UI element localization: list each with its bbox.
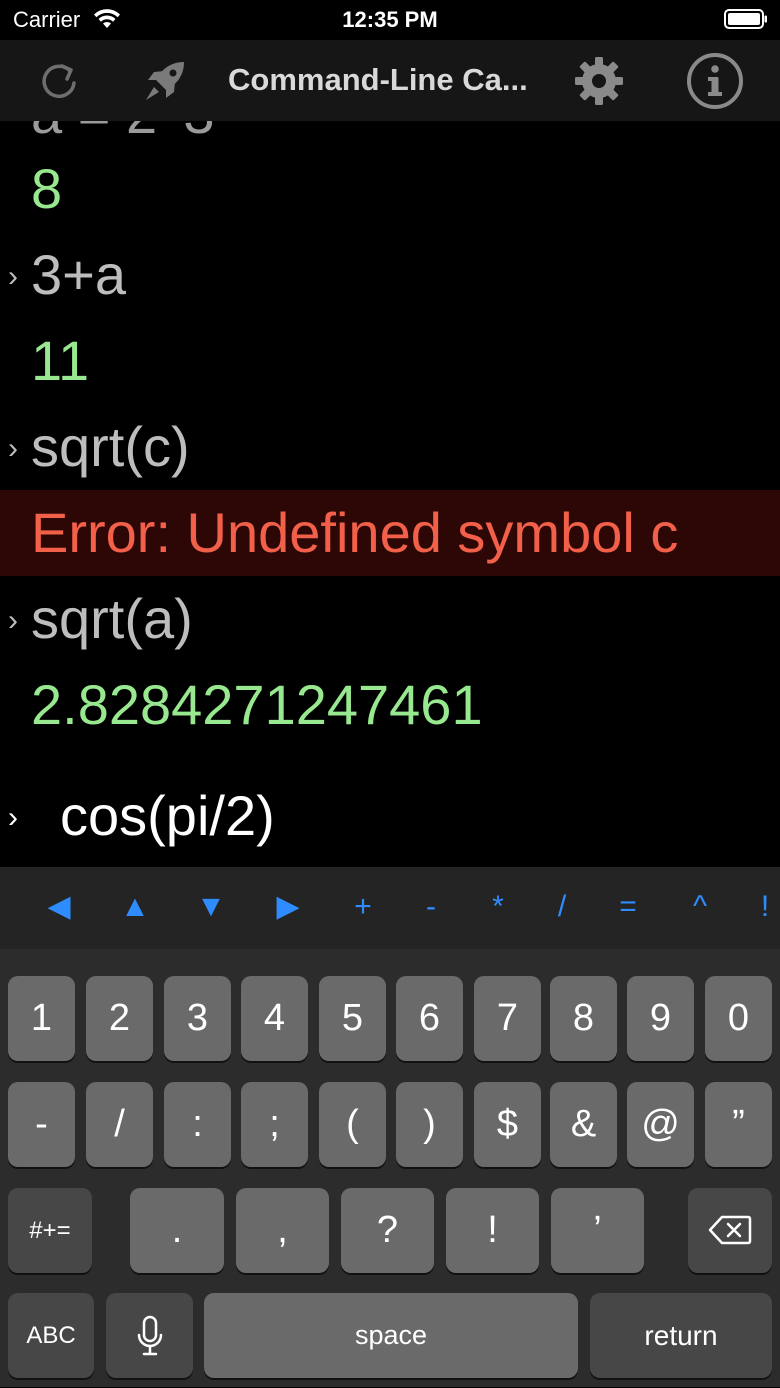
key-more-symbols[interactable]: #+= [8, 1188, 92, 1273]
delete-key[interactable] [688, 1188, 772, 1273]
key-ampersand[interactable]: & [550, 1082, 617, 1167]
command-input-text[interactable]: cos(pi/2) [60, 783, 275, 849]
minus-key[interactable]: - [406, 889, 456, 925]
console-command[interactable]: › sqrt(a) [0, 576, 780, 662]
console-result: 11 [0, 318, 780, 404]
key-comma[interactable]: , [236, 1188, 329, 1273]
dictation-key[interactable] [106, 1293, 193, 1378]
status-bar: Carrier 12:35 PM [0, 0, 780, 40]
key-exclamation[interactable]: ! [446, 1188, 539, 1273]
rocket-icon[interactable] [140, 56, 190, 106]
return-key[interactable]: return [590, 1293, 772, 1378]
key-abc[interactable]: ABC [8, 1293, 94, 1378]
key-at[interactable]: @ [627, 1082, 694, 1167]
key-open-paren[interactable]: ( [319, 1082, 386, 1167]
plus-key[interactable]: + [338, 889, 388, 925]
key-period[interactable]: . [130, 1188, 224, 1273]
result-text: 2.8284271247461 [31, 673, 483, 736]
prompt-chevron: › [8, 604, 18, 637]
console-result: 2.8284271247461 [0, 662, 780, 748]
result-text: 8 [31, 157, 63, 220]
prompt-chevron: › [8, 432, 18, 465]
key-8[interactable]: 8 [550, 976, 617, 1061]
console-output[interactable]: a = 2^3 8 › 3+a 11 › sqrt(c) Error: Unde… [0, 121, 780, 867]
battery-icon [724, 9, 767, 29]
prompt-chevron: › [8, 260, 18, 293]
factorial-key[interactable]: ! [740, 889, 780, 925]
key-semicolon[interactable]: ; [241, 1082, 308, 1167]
info-icon[interactable] [686, 52, 744, 110]
key-slash[interactable]: / [86, 1082, 153, 1167]
refresh-icon[interactable] [34, 56, 84, 106]
command-text: sqrt(a) [31, 587, 193, 650]
key-0[interactable]: 0 [705, 976, 772, 1061]
key-colon[interactable]: : [164, 1082, 231, 1167]
key-7[interactable]: 7 [474, 976, 541, 1061]
console-result: 8 [0, 146, 780, 232]
key-apostrophe[interactable]: ’ [551, 1188, 644, 1273]
divide-key[interactable]: / [537, 889, 587, 925]
command-text: sqrt(c) [31, 415, 190, 478]
toolbar: Command-Line Ca... [0, 40, 780, 121]
key-hyphen[interactable]: - [8, 1082, 75, 1167]
key-dollar[interactable]: $ [474, 1082, 541, 1167]
key-4[interactable]: 4 [241, 976, 308, 1061]
equals-key[interactable]: = [603, 889, 653, 925]
gear-icon[interactable] [574, 56, 624, 106]
delete-icon [708, 1215, 752, 1245]
keyboard: 1 2 3 4 5 6 7 8 9 0 - / : ; ( ) $ & @ ” … [0, 949, 780, 1387]
console-command[interactable]: › 3+a [0, 232, 780, 318]
clock: 12:35 PM [342, 7, 438, 32]
accessory-key-bar: ◀ ▲ ▼ ▶ + - * / = ^ ! [0, 867, 780, 949]
line-text: a = 2^3 [31, 121, 215, 147]
result-text: 11 [31, 329, 90, 392]
key-3[interactable]: 3 [164, 976, 231, 1061]
key-quote[interactable]: ” [705, 1082, 772, 1167]
app-title: Command-Line Ca... [228, 62, 528, 97]
space-key[interactable]: space [204, 1293, 578, 1378]
key-6[interactable]: 6 [396, 976, 463, 1061]
error-text: Error: Undefined symbol c [31, 501, 679, 564]
cursor-right-key[interactable]: ▶ [263, 889, 313, 925]
key-9[interactable]: 9 [627, 976, 694, 1061]
key-question[interactable]: ? [341, 1188, 434, 1273]
multiply-key[interactable]: * [473, 889, 523, 925]
history-up-key[interactable]: ▲ [110, 889, 160, 925]
command-input[interactable]: › cos(pi/2) [0, 771, 780, 861]
command-text: 3+a [31, 243, 126, 306]
key-2[interactable]: 2 [86, 976, 153, 1061]
key-5[interactable]: 5 [319, 976, 386, 1061]
console-command[interactable]: › sqrt(c) [0, 404, 780, 490]
power-key[interactable]: ^ [675, 889, 725, 925]
key-1[interactable]: 1 [8, 976, 75, 1061]
cursor-left-key[interactable]: ◀ [34, 889, 84, 925]
console-error: Error: Undefined symbol c [0, 490, 780, 576]
prompt-chevron: › [8, 801, 18, 834]
microphone-icon [137, 1315, 162, 1356]
key-close-paren[interactable]: ) [396, 1082, 463, 1167]
history-down-key[interactable]: ▼ [186, 889, 236, 925]
